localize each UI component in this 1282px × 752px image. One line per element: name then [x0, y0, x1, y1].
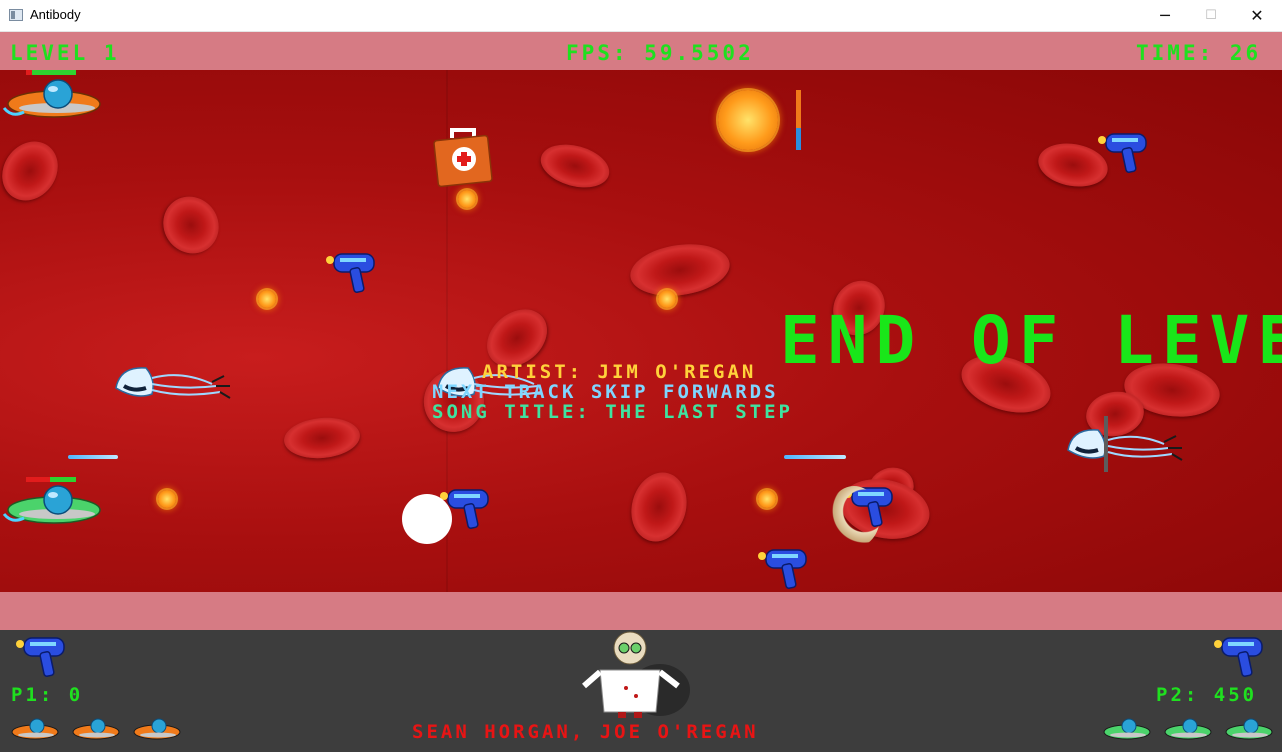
window-title: Antibody [30, 7, 81, 22]
life-ship-icon [1225, 718, 1273, 740]
life-ship-icon [1103, 718, 1151, 740]
developer-credits: SEAN HORGAN, JOE O'REGAN [412, 721, 759, 743]
p1-weapon-icon [16, 637, 65, 677]
virus-power-bar [796, 90, 801, 128]
laser-projectile [784, 455, 846, 459]
lower-hud-bar [0, 592, 1282, 630]
life-ship-icon [1164, 718, 1212, 740]
broken-shell-debris [828, 486, 880, 548]
game-playfield: END OF LEVE ARTIST: JIM O'REGAN NEXT TRA… [0, 70, 1282, 592]
large-virus-icon [718, 90, 778, 150]
white-orb-projectile [402, 494, 452, 544]
blood-cell [623, 466, 695, 548]
music-artist-text: ARTIST: JIM O'REGAN [482, 361, 757, 383]
app-window-icon [9, 9, 23, 21]
ray-gun-pickup-icon [326, 253, 375, 293]
next-track-hint: NEXT TRACK SKIP FORWARDS [432, 381, 779, 403]
blood-cell [282, 414, 362, 462]
end-of-level-banner: END OF LEVE [780, 302, 1282, 379]
small-virus-icon [158, 490, 176, 508]
life-ship-icon [72, 718, 120, 740]
minimize-button[interactable]: ─ [1142, 0, 1188, 31]
small-virus-icon [458, 190, 476, 208]
p1-health-bar-damage [26, 70, 32, 75]
blood-cell [152, 185, 230, 265]
window-titlebar: Antibody ─ ☐ ✕ [0, 0, 1282, 32]
life-ship-icon [11, 718, 59, 740]
close-button[interactable]: ✕ [1234, 0, 1280, 31]
fps-counter: FPS: 59.5502 [566, 41, 754, 65]
small-virus-icon [258, 290, 276, 308]
p1-score: P1: 0 [11, 684, 84, 706]
maximize-button[interactable]: ☐ [1188, 0, 1234, 31]
ray-gun-pickup-icon [1098, 133, 1147, 173]
nanobot-enemy-icon [1067, 416, 1183, 472]
blood-cell [0, 130, 70, 212]
status-panel: P1: 0 P2: 450 SEAN HORGAN, JOE O'REGAN [0, 630, 1282, 752]
ray-gun-pickup-icon [758, 549, 807, 589]
blood-cell [627, 238, 733, 302]
scientist-character-icon [582, 631, 690, 718]
p2-weapon-icon [1214, 637, 1263, 677]
player1-ship-icon [2, 79, 101, 118]
blood-cell [536, 137, 614, 195]
top-hud-bar: LEVEL 1 FPS: 59.5502 TIME: 26 [0, 32, 1282, 70]
level-indicator: LEVEL 1 [10, 41, 120, 65]
small-virus-icon [758, 490, 776, 508]
p2-health-bar-damage [26, 477, 50, 482]
player2-ship-icon [2, 485, 101, 524]
song-title-text: SONG TITLE: THE LAST STEP [432, 401, 793, 423]
p1-health-bar [26, 70, 76, 75]
laser-projectile [68, 455, 118, 459]
life-ship-icon [133, 718, 181, 740]
health-pack-icon [433, 128, 493, 188]
virus-power-bar-fill [796, 128, 801, 150]
small-virus-icon [658, 290, 676, 308]
nanobot-enemy-icon [115, 367, 231, 399]
time-counter: TIME: 26 [1136, 41, 1262, 65]
p2-score: P2: 450 [1156, 684, 1258, 706]
